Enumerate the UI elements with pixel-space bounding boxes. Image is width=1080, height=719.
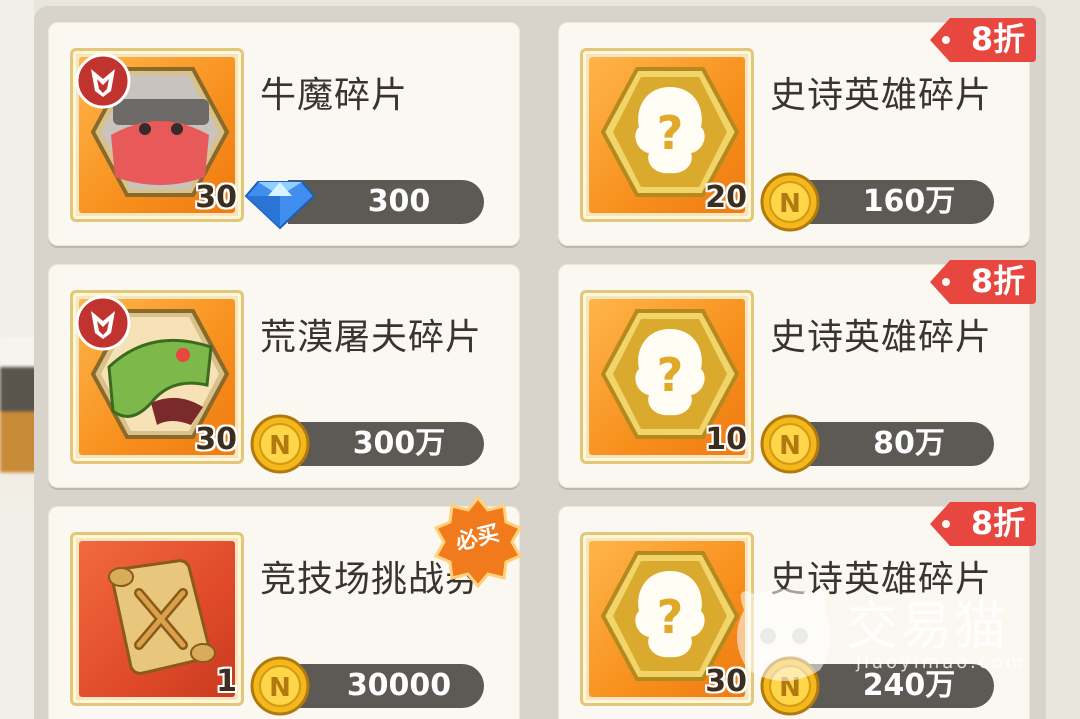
mystery-hero-icon: ? xyxy=(601,67,739,197)
item-price: 240万 xyxy=(862,668,956,703)
item-quantity: 20 xyxy=(705,180,747,215)
price-bar: 300 xyxy=(288,180,484,224)
price-bar: 30000 xyxy=(288,664,484,708)
discount-label: 8折 xyxy=(970,262,1026,300)
diamond-icon xyxy=(244,181,316,230)
item-thumbnail: 30 xyxy=(70,290,244,464)
item-quantity: 30 xyxy=(705,664,747,699)
arena-ticket-scroll-icon xyxy=(108,559,216,675)
item-name: 牛魔碎片 xyxy=(260,75,409,116)
gold-coin-icon: N xyxy=(760,656,820,716)
item-thumbnail: ? 20 xyxy=(580,48,754,222)
faction-emblem-icon xyxy=(75,295,131,351)
svg-text:N: N xyxy=(779,431,801,461)
shop-item-card[interactable]: 1 竞技场挑战券 30000 N 必买 xyxy=(48,496,523,719)
shop-panel: 30 牛魔碎片 300 ? 20 史诗英雄碎片 160万 N 8折 30 荒漠屠… xyxy=(34,6,1046,719)
item-price: 300 xyxy=(367,184,431,219)
shop-item-card[interactable]: 30 牛魔碎片 300 xyxy=(48,22,520,246)
svg-text:?: ? xyxy=(657,348,684,402)
shop-item-card[interactable]: 30 荒漠屠夫碎片 300万 N xyxy=(48,264,520,488)
item-price: 80万 xyxy=(873,426,945,461)
item-thumbnail: ? 10 xyxy=(580,290,754,464)
discount-label: 8折 xyxy=(970,20,1026,58)
svg-text:N: N xyxy=(269,431,291,461)
shop-item-card[interactable]: ? 30 史诗英雄碎片 240万 N 8折 xyxy=(558,502,1036,719)
svg-text:?: ? xyxy=(657,106,684,160)
faction-emblem-icon xyxy=(75,53,131,109)
gold-coin-icon: N xyxy=(760,172,820,232)
gold-coin-icon: N xyxy=(250,414,310,474)
item-thumbnail: 1 xyxy=(70,532,244,706)
gold-coin-icon: N xyxy=(250,656,310,716)
shop-item-card[interactable]: ? 10 史诗英雄碎片 80万 N 8折 xyxy=(558,260,1036,488)
item-thumbnail: 30 xyxy=(70,48,244,222)
svg-text:?: ? xyxy=(657,590,684,644)
mystery-hero-icon: ? xyxy=(601,551,739,681)
discount-label: 8折 xyxy=(970,504,1026,542)
item-quantity: 30 xyxy=(195,422,237,457)
svg-text:N: N xyxy=(269,673,291,703)
item-quantity: 30 xyxy=(195,180,237,215)
item-thumbnail: ? 30 xyxy=(580,532,754,706)
item-price: 300万 xyxy=(352,426,446,461)
mystery-hero-icon: ? xyxy=(601,309,739,439)
price-bar: 80万 xyxy=(798,422,994,466)
gold-coin-icon: N xyxy=(760,414,820,474)
item-name: 史诗英雄碎片 xyxy=(770,559,993,600)
item-price: 160万 xyxy=(862,184,956,219)
svg-text:N: N xyxy=(779,673,801,703)
shop-item-card[interactable]: ? 20 史诗英雄碎片 160万 N 8折 xyxy=(558,18,1036,246)
price-bar: 160万 xyxy=(798,180,994,224)
price-bar: 240万 xyxy=(798,664,994,708)
item-name: 史诗英雄碎片 xyxy=(770,75,993,116)
svg-text:N: N xyxy=(779,189,801,219)
item-price: 30000 xyxy=(346,668,452,703)
item-quantity: 1 xyxy=(216,664,237,699)
price-bar: 300万 xyxy=(288,422,484,466)
item-quantity: 10 xyxy=(705,422,747,457)
item-name: 荒漠屠夫碎片 xyxy=(260,317,483,358)
item-name: 史诗英雄碎片 xyxy=(770,317,993,358)
